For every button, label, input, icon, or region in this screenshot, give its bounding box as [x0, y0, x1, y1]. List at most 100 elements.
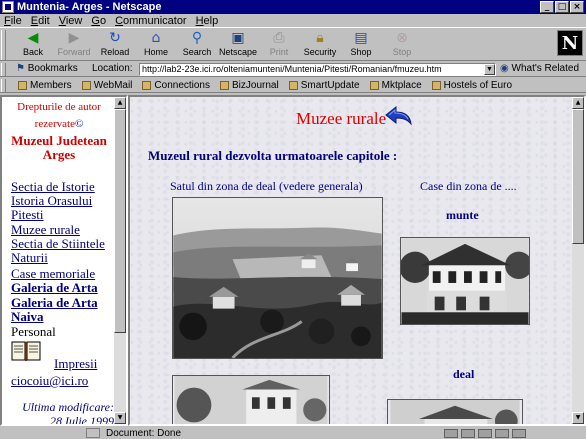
menu-go[interactable]: Go [91, 15, 106, 27]
caption-houses: Case din zona de .... [420, 179, 517, 193]
forward-arrow-icon: ▶ [68, 30, 80, 46]
bookmark-folder-icon [142, 80, 152, 90]
content-scroll-down-button[interactable]: ▼ [572, 412, 584, 424]
back-arrow-icon: ◀ [27, 30, 39, 46]
content-scrollbar[interactable]: ▲ ▼ [572, 97, 584, 424]
back-arrow-logo-icon[interactable] [384, 105, 412, 127]
bookmark-folder-icon [220, 80, 229, 90]
sidebar-frame: Drepturile de autor rezervate© Muzeul Ju… [0, 95, 128, 426]
rights-line2-container: rezervate© [4, 118, 114, 130]
village-landscape-photo[interactable] [172, 197, 383, 359]
personal-link-mktplace[interactable]: Mktplace [369, 80, 422, 91]
bookmarks-button[interactable]: ⚑ Bookmarks [16, 63, 78, 74]
scroll-up-button[interactable]: ▲ [114, 97, 126, 109]
netscape-button[interactable]: ▣ Netscape [218, 30, 258, 60]
caption-village-view: Satul din zona de deal (vedere generala) [170, 179, 363, 193]
personal-link-label: WebMail [93, 79, 133, 91]
discussion-component-icon[interactable] [478, 428, 492, 438]
component-bar [444, 427, 584, 439]
sidebar-link-naiva[interactable]: Naiva [11, 310, 44, 324]
toolbar-grip[interactable] [1, 30, 6, 60]
personal-link-webmail[interactable]: WebMail [81, 79, 133, 91]
menu-edit[interactable]: Edit [31, 15, 50, 27]
sidebar-link-case-memoriale[interactable]: Case memoriale [11, 267, 95, 281]
sidebar-link-pitesti[interactable]: Pitesti [11, 208, 44, 222]
print-button[interactable]: ⎙ Print [259, 30, 299, 60]
caption-deal: deal [453, 367, 475, 381]
forward-button[interactable]: ▶ Forward [54, 30, 94, 60]
content-scroll-thumb[interactable] [572, 109, 584, 244]
back-label: Back [22, 47, 43, 57]
personal-link-label: Members [30, 79, 72, 91]
personal-link-smartupdate[interactable]: SmartUpdate [288, 80, 360, 91]
security-status-icon[interactable] [86, 428, 100, 438]
personal-grip[interactable] [1, 79, 6, 92]
bookmarks-icon: ⚑ [16, 63, 28, 74]
scroll-thumb[interactable] [114, 109, 126, 333]
netscape-label: Netscape [218, 47, 258, 57]
page-title: Muzee rurale [296, 109, 387, 128]
personal-link-members[interactable]: Members [18, 80, 72, 91]
print-label: Print [269, 47, 289, 57]
personal-link-bizjournal[interactable]: BizJournal [220, 80, 279, 91]
menu-file[interactable]: File [4, 15, 22, 27]
netscape-logo[interactable]: N [557, 30, 583, 56]
window-title: Muntenia- Arges - Netscape [17, 1, 162, 13]
hill-house-photo[interactable] [172, 375, 330, 424]
bookmark-folder-icon [18, 80, 27, 90]
impresii-link[interactable]: Impresii [54, 356, 97, 372]
title-bar: Muntenia- Arges - Netscape _ □ × [0, 0, 586, 14]
navigator-component-icon[interactable] [444, 428, 458, 438]
mountain-house-photo[interactable] [400, 237, 530, 325]
maximize-button[interactable]: □ [555, 1, 569, 13]
security-button[interactable]: 🔒︎ Security [300, 30, 340, 60]
shop-icon: ▤ [354, 30, 368, 46]
sidebar-link-sectia-istorie[interactable]: Sectia de Istorie [11, 180, 95, 194]
back-button[interactable]: ◀ Back [13, 30, 53, 60]
home-button[interactable]: ⌂ Home [136, 30, 176, 60]
personal-link-hostels[interactable]: Hostels of Euro [431, 80, 512, 91]
menu-view[interactable]: View [59, 15, 83, 27]
composer-component-icon[interactable] [495, 428, 509, 438]
whats-related-button[interactable]: ◉ What's Related [500, 63, 579, 74]
location-url-input[interactable]: http://lab2-23e.ici.ro/olteniamunteni/Mu… [139, 63, 496, 76]
museum-name-line2: Arges [42, 147, 76, 162]
reload-button[interactable]: ↻ Reload [95, 30, 135, 60]
stop-label: Stop [392, 47, 412, 57]
museum-name-line1: Muzeul Judetean [11, 133, 107, 148]
email-link[interactable]: ciocoiu@ici.ro [11, 373, 88, 389]
minimize-button[interactable]: _ [540, 1, 554, 13]
location-toolbar: ⚑ Bookmarks Location: http://lab2-23e.ic… [0, 62, 586, 77]
home-label: Home [143, 47, 168, 57]
sidebar-text-personal: Personal [11, 324, 56, 339]
deal-house-photo[interactable] [387, 399, 523, 424]
close-button[interactable]: × [570, 1, 584, 13]
last-modified-label: Ultima modificare: [22, 400, 114, 414]
search-button[interactable]: ⚲ Search [177, 30, 217, 60]
content-scroll-up-button[interactable]: ▲ [572, 97, 584, 109]
bookmark-folder-icon [288, 80, 298, 90]
address-book-component-icon[interactable] [512, 428, 526, 438]
location-grip[interactable] [1, 63, 6, 76]
sidebar-link-stiintele-naturii[interactable]: Sectia de Stiintele [11, 237, 105, 251]
shop-button[interactable]: ▤ Shop [341, 30, 381, 60]
sidebar-link-muzee-rurale[interactable]: Muzee rurale [11, 223, 80, 237]
stop-button[interactable]: ⊗ Stop [382, 30, 422, 60]
personal-link-connections[interactable]: Connections [142, 80, 210, 91]
menu-help[interactable]: Help [196, 15, 219, 27]
copyright-symbol: © [74, 118, 84, 130]
open-book-icon[interactable] [11, 340, 41, 362]
security-label: Security [303, 47, 337, 57]
sidebar-link-galeria-arta[interactable]: Galeria de Arta [11, 281, 98, 295]
personal-link-label: BizJournal [232, 79, 279, 91]
mail-component-icon[interactable] [461, 428, 475, 438]
sidebar-link-naturii[interactable]: Naturii [11, 251, 48, 265]
location-dropdown-button[interactable]: ▼ [484, 64, 495, 75]
scroll-down-button[interactable]: ▼ [114, 412, 126, 424]
security-lock-icon: 🔒︎ [316, 30, 324, 46]
sidebar-link-galeria-arta-naiva[interactable]: Galeria de Arta [11, 296, 98, 310]
menu-bar: File Edit View Go Communicator Help [0, 14, 586, 27]
sidebar-link-istoria-orasului[interactable]: Istoria Orasului [11, 194, 92, 208]
menu-communicator[interactable]: Communicator [115, 15, 187, 27]
sidebar-scrollbar[interactable]: ▲ ▼ [114, 97, 126, 424]
